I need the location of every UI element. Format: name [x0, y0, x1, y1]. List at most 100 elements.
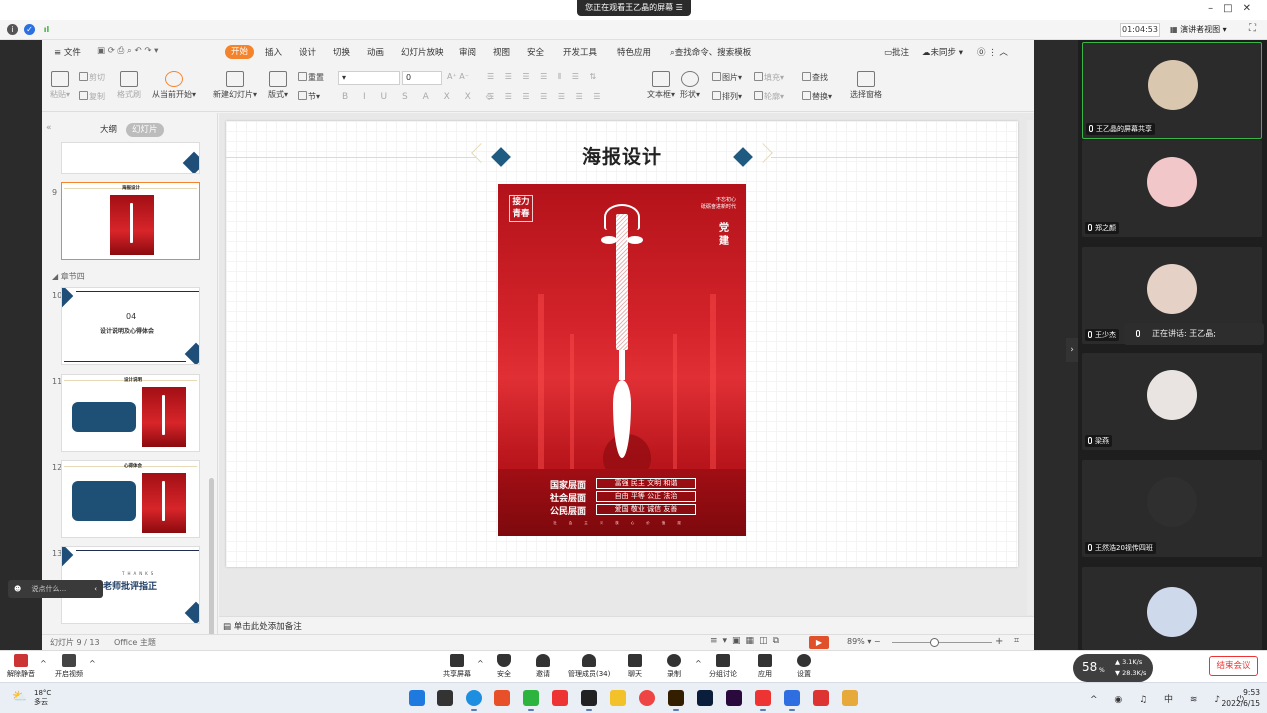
end-meeting-button[interactable]: 结束会议: [1209, 656, 1258, 676]
chevron-up-icon[interactable]: ^: [89, 659, 96, 668]
zoom-level[interactable]: 89% ▾ −: [847, 637, 881, 646]
task-view-icon[interactable]: [437, 690, 453, 706]
wechat-icon[interactable]: [523, 690, 539, 711]
viewing-banner[interactable]: 您正在观看王乙晶的屏幕 ☰: [577, 0, 691, 16]
record-button[interactable]: 录制: [667, 654, 681, 679]
slide-title[interactable]: 海报设计: [226, 142, 1018, 169]
breakout-button[interactable]: 分组讨论: [709, 654, 737, 679]
view-mode-selector[interactable]: ▦ 演讲者视图 ▾: [1170, 23, 1227, 37]
tab-features[interactable]: 特色应用: [617, 46, 651, 58]
notes-placeholder[interactable]: ▤ 单击此处添加备注: [223, 620, 302, 632]
slide-thumbnail-10[interactable]: 04 设计说明及心得体会: [61, 287, 200, 365]
network-status[interactable]: 58 % ▲ 3.1K/s ▼ 28.3K/s: [1073, 654, 1153, 682]
share-screen-button[interactable]: 共享屏幕: [443, 654, 471, 679]
netease-music-icon[interactable]: [552, 690, 568, 706]
invite-button[interactable]: 邀请: [536, 654, 550, 679]
chevron-left-icon[interactable]: ‹: [94, 580, 97, 598]
slide-thumbnail-11[interactable]: 设计说明: [61, 374, 200, 452]
start-video-button[interactable]: 开启视频: [55, 654, 83, 679]
menu-file[interactable]: ≡ 文件: [54, 46, 81, 58]
textbox-button[interactable]: 文本框▾: [647, 71, 675, 100]
sync-status[interactable]: ☁未同步 ▾: [922, 46, 963, 58]
font-size-box[interactable]: 0: [402, 71, 442, 85]
quick-access-icons[interactable]: ▣ ⟳ ⎙ ⌕ ↶ ↷ ▾: [97, 46, 158, 56]
arrange-button[interactable]: 排列▾: [712, 91, 742, 102]
tab-view[interactable]: 视图: [493, 46, 510, 58]
signal-icon[interactable]: ıl: [41, 24, 52, 35]
vertical-scrollbar[interactable]: [1027, 120, 1033, 615]
settings-button[interactable]: 设置: [797, 654, 811, 679]
chevron-up-icon[interactable]: ^: [477, 659, 484, 668]
font-name-box[interactable]: ▾: [338, 71, 400, 85]
new-slide-button[interactable]: 新建幻灯片▾: [213, 71, 257, 100]
paragraph-buttons-top[interactable]: ☰ ☰ ☰ ☰ ⫴ ☰ ⇅: [487, 72, 600, 82]
fit-window-icon[interactable]: ⌗: [1014, 636, 1019, 646]
play-from-current-button[interactable]: 从当前开始▾: [152, 71, 196, 100]
zoom-slider-track[interactable]: [892, 642, 992, 643]
tab-insert[interactable]: 插入: [265, 46, 282, 58]
chevron-up-icon[interactable]: ^: [40, 659, 47, 668]
participant-tile[interactable]: 王然浩20视传四班: [1082, 460, 1262, 557]
participant-tile[interactable]: 王乙晶的屏幕共享: [1082, 42, 1262, 139]
slide-thumbnail-9[interactable]: 海报设计: [61, 182, 200, 260]
selection-pane-button[interactable]: 选择窗格: [850, 71, 882, 100]
outline-button[interactable]: 轮廓▾: [754, 91, 784, 102]
section-label[interactable]: ◢ 章节四: [52, 271, 85, 282]
find-button[interactable]: 查找: [802, 72, 828, 83]
apps-button[interactable]: 应用: [758, 654, 772, 679]
view-switch-icons[interactable]: ≡▾▣▦◫⧉: [710, 636, 784, 646]
start-menu-icon[interactable]: [409, 690, 425, 706]
office-icon[interactable]: [494, 690, 510, 706]
info-icon[interactable]: i: [7, 24, 18, 35]
font-style-buttons[interactable]: B I U S A X X ◇: [342, 92, 499, 102]
paragraph-buttons-bottom[interactable]: ☰ ☰ ☰ ☰ ☰ ☰ ☰: [487, 92, 604, 101]
tab-transition[interactable]: 切换: [333, 46, 350, 58]
participant-tile[interactable]: 郑之颜: [1082, 140, 1262, 237]
slide-thumbnail-8[interactable]: [61, 142, 200, 174]
chrome-icon[interactable]: [639, 690, 655, 706]
slide-thumbnail-12[interactable]: 心得体会: [61, 460, 200, 538]
format-painter-button[interactable]: 格式刷: [117, 71, 141, 100]
unmute-button[interactable]: 解除静音: [7, 654, 35, 679]
misc-app-icon[interactable]: [842, 690, 858, 706]
chevron-up-icon[interactable]: ^: [695, 659, 702, 668]
cut-button[interactable]: 剪切: [79, 72, 105, 83]
help-icons[interactable]: ⓪ ⋮ ︿: [977, 46, 1008, 58]
manage-members-button[interactable]: 管理成员(34): [568, 654, 610, 679]
picture-button[interactable]: 图片▾: [712, 72, 742, 83]
tab-slideshow[interactable]: 幻灯片放映: [401, 46, 444, 58]
wps-icon[interactable]: [755, 690, 771, 711]
wps-office-icon[interactable]: [813, 690, 829, 706]
paste-button[interactable]: 粘贴▾: [50, 71, 70, 100]
chevron-right-icon[interactable]: ›: [1066, 338, 1078, 362]
command-search[interactable]: ⌕查找命令、搜索模板: [670, 46, 751, 58]
chat-button[interactable]: 聊天: [628, 654, 642, 679]
font-grow-icons[interactable]: A⁺ A⁻: [447, 72, 469, 81]
zoom-slider-handle[interactable]: [930, 638, 939, 647]
section-button[interactable]: 节▾: [298, 91, 320, 102]
panel-scrollbar[interactable]: [209, 478, 214, 634]
chat-input-pill[interactable]: ☻ 说点什么... ‹: [8, 580, 103, 598]
poster-image[interactable]: 接力青春 不忘初心 砥砺奋进新时代 党建 国家层面 富强 民主 文明 和谐 社会层…: [498, 184, 746, 536]
security-button[interactable]: 安全: [497, 654, 511, 679]
replace-button[interactable]: 替换▾: [802, 91, 832, 102]
tab-home[interactable]: 开始: [225, 45, 254, 59]
window-controls[interactable]: –□✕: [1208, 3, 1261, 14]
premiere-icon[interactable]: [726, 690, 742, 706]
weather-icon[interactable]: ⛅: [12, 689, 27, 703]
reset-button[interactable]: 重置: [298, 72, 324, 83]
notes-app-icon[interactable]: [581, 690, 597, 711]
participant-tile[interactable]: 梁燕: [1082, 353, 1262, 450]
tab-slides[interactable]: 幻灯片: [126, 123, 164, 137]
shape-button[interactable]: 形状▾: [680, 71, 700, 100]
photoshop-icon[interactable]: [697, 690, 713, 706]
notes-bar[interactable]: ▤ 单击此处添加备注: [219, 616, 1034, 634]
comment-button[interactable]: ▭批注: [884, 46, 909, 58]
chat-input-placeholder[interactable]: 说点什么...: [32, 585, 67, 593]
tab-review[interactable]: 审阅: [459, 46, 476, 58]
emoji-icon[interactable]: ☻: [14, 585, 21, 593]
shield-icon[interactable]: ✓: [24, 24, 35, 35]
tab-security[interactable]: 安全: [527, 46, 544, 58]
weather-widget[interactable]: 18°C 多云: [34, 689, 51, 707]
copy-button[interactable]: 复制: [79, 91, 105, 102]
